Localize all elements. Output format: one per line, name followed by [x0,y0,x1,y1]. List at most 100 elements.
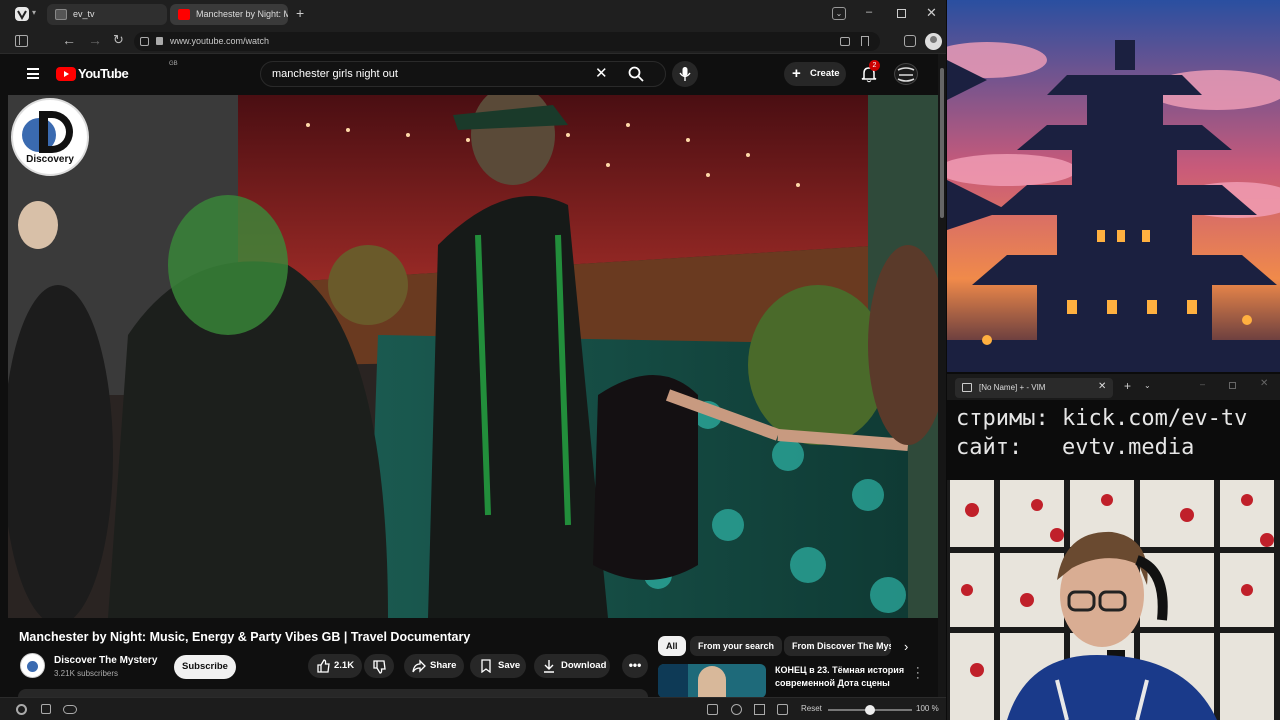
youtube-wordmark: YouTube [78,66,129,81]
video-player[interactable]: Discovery [8,95,938,618]
browser-window: ▾ ev_tv Manchester by Night: Music + ⌄ –… [0,0,946,720]
extensions-icon[interactable] [904,35,916,47]
minimize-icon[interactable]: – [1200,379,1205,389]
save-label: Save [498,660,521,671]
suggestion-title-line2[interactable]: современной Дота сцены [775,678,890,688]
download-icon [544,660,554,673]
zoom-slider-thumb[interactable] [865,705,875,715]
channel-watermark: Discovery [11,98,89,176]
maximize-icon[interactable] [1229,382,1236,389]
clear-search-icon[interactable]: ✕ [595,64,608,82]
new-tab-icon[interactable]: + [296,5,304,21]
more-actions-button[interactable]: ••• [622,654,648,678]
share-button[interactable]: Share [404,654,464,678]
settings-icon[interactable] [16,704,27,715]
download-button[interactable]: Download [534,654,610,678]
hamburger-menu-icon[interactable] [27,68,39,79]
panel-toggle-icon[interactable] [15,35,28,47]
chip-from-channel[interactable]: From Discover The Mys [784,636,891,656]
terminal-icon [962,383,972,392]
webcam-feed [947,480,1280,720]
search-query: manchester girls night out [272,68,398,80]
tab-list-icon[interactable]: ⌄ [832,7,846,20]
close-tab-icon[interactable]: ✕ [1098,381,1106,392]
chip-from-your-search[interactable]: From your search [690,636,783,656]
suggestion-title-line1[interactable]: КОНЕЦ в 23. Тёмная история [775,665,904,675]
suggestion-menu-icon[interactable]: · · · [916,663,920,684]
page-scrollbar[interactable] [938,54,946,697]
back-icon[interactable]: ← [62,32,76,48]
url-text: www.youtube.com/watch [170,36,270,46]
chip-all[interactable]: All [658,636,686,656]
page-tiling-icon[interactable] [754,704,765,715]
address-bar-row: ← → ↻ www.youtube.com/watch [0,29,946,54]
subscribe-button[interactable]: Subscribe [174,655,236,679]
youtube-favicon [178,9,190,20]
scrollbar-thumb[interactable] [940,68,944,218]
share-label: Share [430,660,457,671]
forward-icon[interactable]: → [88,32,102,48]
create-button[interactable]: + Create [784,62,846,86]
status-bar: Reset 100 % [0,697,946,720]
vivaldi-menu-icon[interactable] [15,7,29,21]
zoom-reset-button[interactable]: Reset [801,704,822,713]
pagoda-illustration [947,0,1280,372]
cloud-icon[interactable] [63,705,77,714]
like-button[interactable]: 2.1K [308,654,362,678]
tiling-icon[interactable] [41,704,51,714]
site-info-icon[interactable] [140,37,149,46]
plus-icon: + [792,65,801,82]
close-icon[interactable]: ✕ [926,5,937,21]
reload-icon[interactable]: ↻ [113,32,124,48]
youtube-logo[interactable]: YouTube GB [56,61,178,82]
new-terminal-tab-icon[interactable]: + [1124,379,1131,393]
suggestion-thumbnail[interactable] [658,664,766,698]
video-title: Manchester by Night: Music, Energy & Par… [19,630,471,644]
video-info: Manchester by Night: Music, Energy & Par… [8,618,938,702]
voice-search-button[interactable] [672,61,698,87]
page-actions-icon[interactable] [777,704,788,715]
reader-mode-icon[interactable] [840,37,850,46]
minimize-icon[interactable]: – [866,6,872,18]
channel-avatar[interactable] [20,653,45,678]
profile-avatar[interactable] [925,33,942,50]
download-label: Download [561,660,607,671]
terminal-tab[interactable]: [No Name] + - VIM ✕ [955,378,1113,398]
share-icon [412,659,426,673]
maximize-icon[interactable] [897,9,906,18]
thumbs-up-icon [317,659,330,673]
region-code: GB [169,61,178,67]
tab-label: ev_tv [73,9,95,19]
search-input[interactable]: manchester girls night out ✕ [260,61,666,87]
tab-label: Manchester by Night: Music [196,9,288,19]
save-button[interactable]: Save [470,654,526,678]
notification-badge: 2 [869,60,880,71]
wallpaper-pagoda [947,0,1280,372]
like-count: 2.1K [334,660,355,671]
capture-icon[interactable] [707,704,718,715]
close-icon[interactable]: ✕ [1260,378,1268,389]
screenshot-icon[interactable] [731,704,742,715]
tab-youtube-video[interactable]: Manchester by Night: Music [170,4,288,25]
chevron-right-icon[interactable]: › [904,639,908,654]
search-button[interactable] [628,66,644,82]
letter-d-logo [39,111,73,153]
tab-favicon [55,9,67,20]
bookmark-icon[interactable] [861,36,869,46]
zoom-slider[interactable] [828,705,912,715]
dropdown-icon[interactable]: ⌄ [1144,381,1151,390]
subscriber-count: 3.21K subscribers [54,669,119,678]
channel-name[interactable]: Discover The Mystery [54,655,157,666]
tab-ev-tv[interactable]: ev_tv [47,4,167,25]
video-frame [8,95,938,618]
vim-tab-title: [No Name] + - VIM [979,383,1046,392]
dislike-button[interactable] [364,654,394,678]
more-dots-icon: ••• [628,658,642,672]
subscribe-label: Subscribe [182,661,228,672]
chip-label: From Discover The Mys [792,641,891,651]
account-avatar[interactable] [894,63,918,85]
chevron-down-icon[interactable]: ▾ [32,8,36,17]
notifications-button[interactable]: 2 [860,60,880,83]
url-field[interactable]: www.youtube.com/watch [134,32,880,51]
vim-line-2: сайт: evtv.media [956,435,1195,460]
